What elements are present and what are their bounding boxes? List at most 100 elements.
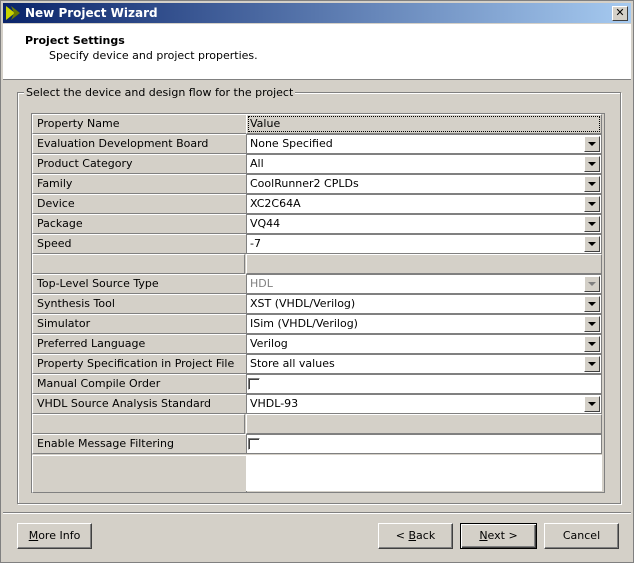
property-value: CoolRunner2 CPLDs: [250, 177, 359, 190]
spacer-name-cell: [32, 254, 245, 274]
chevron-down-icon[interactable]: [584, 296, 600, 312]
next-label-mnemonic: N: [479, 529, 488, 542]
property-grid: Property Name Value Evaluation Developme…: [31, 113, 605, 493]
property-value-select[interactable]: None Specified: [246, 134, 602, 154]
property-name: Preferred Language: [32, 334, 249, 354]
property-value-select[interactable]: Store all values: [246, 354, 602, 374]
property-value: Verilog: [250, 337, 288, 350]
grid-header-row: Property Name Value: [32, 114, 604, 134]
property-row: VHDL Source Analysis Standard VHDL-93: [32, 394, 604, 414]
property-row: Enable Message Filtering: [32, 434, 604, 454]
property-name: VHDL Source Analysis Standard: [32, 394, 249, 414]
property-row: Package VQ44: [32, 214, 604, 234]
property-value-select[interactable]: VQ44: [246, 214, 602, 234]
property-row: Speed -7: [32, 234, 604, 254]
spacer-name-cell: [32, 414, 245, 434]
property-value: HDL: [250, 277, 273, 290]
next-button[interactable]: Next >: [460, 523, 537, 549]
property-value-select[interactable]: Verilog: [246, 334, 602, 354]
property-row: Device XC2C64A: [32, 194, 604, 214]
spacer-value-cell: [246, 254, 602, 274]
property-value: -7: [250, 237, 261, 250]
property-value-select: HDL: [246, 274, 602, 294]
chevron-down-icon[interactable]: [584, 236, 600, 252]
grid-empty-name-area: [32, 455, 247, 493]
more-info-label-post: ore Info: [38, 529, 81, 542]
chevron-down-icon[interactable]: [584, 196, 600, 212]
property-name: Simulator: [32, 314, 249, 334]
property-value: XC2C64A: [250, 197, 301, 210]
property-row: Preferred Language Verilog: [32, 334, 604, 354]
property-name: Top-Level Source Type: [32, 274, 249, 294]
property-row: Property Specification in Project File St…: [32, 354, 604, 374]
more-info-button[interactable]: More Info: [17, 523, 92, 549]
property-name: Product Category: [32, 154, 249, 174]
property-row: Top-Level Source Type HDL: [32, 274, 604, 294]
close-icon[interactable]: ✕: [612, 6, 628, 21]
next-label-post: ext >: [487, 529, 518, 542]
back-label-post: ack: [416, 529, 436, 542]
chevron-down-icon: [584, 276, 600, 292]
property-value: All: [250, 157, 264, 170]
back-label-pre: <: [395, 529, 409, 542]
back-button[interactable]: < Back: [378, 523, 453, 549]
property-row: [32, 414, 604, 434]
property-value: Store all values: [250, 357, 335, 370]
property-value-cell: [246, 374, 602, 394]
wizard-window: New Project Wizard ✕ Project Settings Sp…: [0, 0, 634, 563]
wizard-header: Project Settings Specify device and proj…: [3, 24, 631, 80]
property-name: Family: [32, 174, 249, 194]
property-value: VHDL-93: [250, 397, 299, 410]
property-name: Package: [32, 214, 249, 234]
group-legend: Select the device and design flow for th…: [24, 86, 296, 99]
property-row: [32, 254, 604, 274]
property-value-select[interactable]: -7: [246, 234, 602, 254]
chevron-down-icon[interactable]: [584, 356, 600, 372]
property-checkbox[interactable]: [248, 378, 260, 390]
property-checkbox[interactable]: [248, 438, 260, 450]
footer-separator: [3, 512, 631, 514]
more-info-label-mnemonic: M: [28, 529, 39, 542]
chevron-down-icon[interactable]: [584, 336, 600, 352]
column-header-name: Property Name: [32, 114, 249, 134]
property-row: Manual Compile Order: [32, 374, 604, 394]
chevron-down-icon[interactable]: [584, 136, 600, 152]
property-value: None Specified: [250, 137, 333, 150]
page-subtitle: Specify device and project properties.: [49, 49, 258, 62]
xilinx-logo-icon: [6, 6, 20, 20]
window-title: New Project Wizard: [25, 6, 158, 20]
property-value-select[interactable]: All: [246, 154, 602, 174]
property-row: Simulator ISim (VHDL/Verilog): [32, 314, 604, 334]
property-value-select[interactable]: XC2C64A: [246, 194, 602, 214]
property-row: Synthesis Tool XST (VHDL/Verilog): [32, 294, 604, 314]
back-label-mnemonic: B: [408, 529, 417, 542]
property-row: Product Category All: [32, 154, 604, 174]
property-value: XST (VHDL/Verilog): [250, 297, 356, 310]
column-header-value[interactable]: Value: [246, 114, 602, 134]
property-name: Property Specification in Project File: [32, 354, 249, 374]
property-value: VQ44: [250, 217, 281, 230]
property-value-select[interactable]: CoolRunner2 CPLDs: [246, 174, 602, 194]
property-value-cell: [246, 434, 602, 454]
chevron-down-icon[interactable]: [584, 156, 600, 172]
property-name: Device: [32, 194, 249, 214]
property-value-select[interactable]: ISim (VHDL/Verilog): [246, 314, 602, 334]
column-header-value-label: Value: [250, 117, 281, 130]
property-row: Family CoolRunner2 CPLDs: [32, 174, 604, 194]
grid-empty-value-area: [246, 455, 602, 491]
spacer-value-cell: [246, 414, 602, 434]
chevron-down-icon[interactable]: [584, 176, 600, 192]
property-value-select[interactable]: XST (VHDL/Verilog): [246, 294, 602, 314]
chevron-down-icon[interactable]: [584, 316, 600, 332]
page-title: Project Settings: [25, 34, 125, 47]
property-name: Evaluation Development Board: [32, 134, 249, 154]
property-value-select[interactable]: VHDL-93: [246, 394, 602, 414]
cancel-button[interactable]: Cancel: [544, 523, 619, 549]
chevron-down-icon[interactable]: [584, 216, 600, 232]
property-name: Manual Compile Order: [32, 374, 249, 394]
property-name: Speed: [32, 234, 249, 254]
title-bar[interactable]: New Project Wizard ✕: [3, 3, 631, 23]
property-row: Evaluation Development Board None Specifi…: [32, 134, 604, 154]
property-name: Enable Message Filtering: [32, 434, 249, 454]
chevron-down-icon[interactable]: [584, 396, 600, 412]
